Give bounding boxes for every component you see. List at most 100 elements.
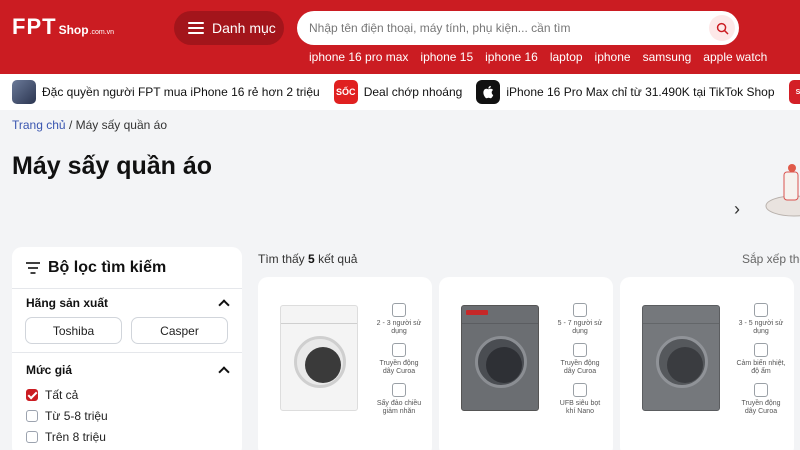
filter-icon [26,261,40,274]
promo-item[interactable]: iPhone 16 Pro Max chỉ từ 31.490K tại Tik… [476,80,775,104]
belt-drive-icon [573,343,587,357]
price-section-title: Mức giá [26,363,73,377]
category-menu-label: Danh mục [212,20,276,36]
feature-text: Truyền động dây Curoa [560,360,600,375]
promo-text: Deal chớp nhoáng [363,85,463,99]
search-input[interactable] [309,21,699,35]
brand-section-header[interactable]: Hãng sản xuất [12,289,242,317]
promo-item[interactable]: Đặc quyền người FPT mua iPhone 16 rẻ hơn… [12,80,320,104]
breadcrumb-home-link[interactable]: Trang chủ [12,118,66,132]
feature-item: UFB siêu bọt khí Nano [555,383,605,416]
result-count: Tìm thấy 5 kết quả [258,252,357,266]
feature-text: Truyền động dây Curoa [379,360,419,375]
feature-item: Truyền động dây Curoa [374,343,424,376]
feature-item: 2 - 3 người sử dụng [374,303,424,336]
price-option-5-8[interactable]: Từ 5-8 triệu [12,405,242,426]
price-section-header[interactable]: Mức giá [12,356,242,384]
search-icon [716,22,728,34]
chevron-up-icon [218,299,230,311]
result-suffix: kết quả [318,252,358,266]
suggestion-link[interactable]: iphone 16 pro max [309,50,408,64]
feature-item: Sấy đảo chiều giảm nhăn [374,383,424,416]
logo-fpt-text: FPT [12,14,57,39]
logo-shop-text: Shop [58,23,89,37]
feature-item: Truyền động dây Curoa [555,343,605,376]
reverse-drying-icon [392,383,406,397]
feature-text: 5 - 7 người sử dụng [557,320,603,335]
promo-item[interactable]: SỐC Deal chớp nhoáng [333,80,463,104]
logo-domain-text: .com.vn [89,29,115,36]
soc-badge-text: SỐC [335,87,356,97]
feature-text: Truyền động dây Curoa [741,400,781,415]
feature-text: 3 - 5 người sử dụng [738,320,784,335]
product-card[interactable]: 2 - 3 người sử dụng Truyền động dây Curo… [258,277,432,450]
soc-icon: SỐC [333,80,358,104]
price-option-label: Tất cả [45,387,79,402]
category-menu-button[interactable]: Danh mục [174,11,284,45]
search-suggestions: iphone 16 pro max iphone 15 iphone 16 la… [309,50,767,64]
price-option-all[interactable]: Tất cả [12,384,242,405]
filter-header: Bộ lọc tìm kiếm [12,247,242,289]
search-bar [297,11,739,45]
hamburger-icon [188,22,204,34]
chevron-right-icon[interactable]: › [734,199,740,220]
price-option-over-8[interactable]: Trên 8 triệu [12,426,242,447]
product-card[interactable]: 5 - 7 người sử dụng Truyền động dây Curo… [439,277,613,450]
suggestion-link[interactable]: iphone 15 [420,50,473,64]
product-card[interactable]: 3 - 5 người sử dụng Cảm biến nhiệt, độ ẩ… [620,277,794,450]
filter-title: Bộ lọc tìm kiếm [48,258,167,276]
price-option-label: Từ 5-8 triệu [45,408,108,423]
product-image[interactable] [280,305,358,411]
feature-text: 2 - 3 người sử dụng [376,320,422,335]
fpt-shop-logo[interactable]: FPT Shop .com.vn [12,14,114,40]
brand-options: Toshiba Casper [12,317,242,353]
filter-panel: Bộ lọc tìm kiếm Hãng sản xuất Toshiba Ca… [12,247,242,450]
suggestion-link[interactable]: laptop [550,50,583,64]
breadcrumb-current: Máy sấy quần áo [75,118,168,132]
sort-dropdown[interactable]: Sắp xếp the [742,252,800,266]
feature-text: Cảm biến nhiệt, độ ẩm [736,360,786,375]
checkbox-checked[interactable] [26,388,38,401]
feature-item: 5 - 7 người sử dụng [555,303,605,336]
brand-section-title: Hãng sản xuất [26,296,109,310]
suggestion-link[interactable]: samsung [643,50,692,64]
banner-image [765,164,800,217]
feature-text: Sấy đảo chiều giảm nhăn [376,400,422,415]
breadcrumb-separator: / [68,118,73,132]
promo-item[interactable]: SN Đổ [788,80,800,104]
suggestion-link[interactable]: iphone [595,50,631,64]
users-icon [754,303,768,317]
promo-text: Đặc quyền người FPT mua iPhone 16 rẻ hơn… [42,85,320,99]
brand-button-casper[interactable]: Casper [131,317,228,344]
result-number: 5 [308,252,315,266]
suggestion-link[interactable]: iphone 16 [485,50,538,64]
feature-list: 5 - 7 người sử dụng Truyền động dây Curo… [555,303,605,416]
users-icon [392,303,406,317]
sensor-icon [754,343,768,357]
sale-badge-text: SN [795,88,800,96]
feature-list: 2 - 3 người sử dụng Truyền động dây Curo… [374,303,424,416]
apple-icon [476,80,501,104]
checkbox[interactable] [26,409,38,422]
feature-item: 3 - 5 người sử dụng [736,303,786,336]
suggestion-link[interactable]: apple watch [703,50,767,64]
price-option-label: Trên 8 triệu [45,429,106,444]
chevron-up-icon [218,366,230,378]
promo-strip: Đặc quyền người FPT mua iPhone 16 rẻ hơn… [0,74,800,110]
belt-drive-icon [392,343,406,357]
bubble-icon [573,383,587,397]
result-prefix: Tìm thấy [258,252,305,266]
phone-icon [12,80,36,104]
feature-list: 3 - 5 người sử dụng Cảm biến nhiệt, độ ẩ… [736,303,786,416]
checkbox[interactable] [26,430,38,443]
feature-text: UFB siêu bọt khí Nano [559,400,601,415]
belt-drive-icon [754,383,768,397]
brand-button-toshiba[interactable]: Toshiba [25,317,122,344]
page-title: Máy sấy quần áo [12,152,213,180]
product-image[interactable] [461,305,539,411]
promo-text: iPhone 16 Pro Max chỉ từ 31.490K tại Tik… [506,85,775,99]
users-icon [573,303,587,317]
feature-item: Truyền động dây Curoa [736,383,786,416]
product-image[interactable] [642,305,720,411]
search-button[interactable] [709,15,735,41]
